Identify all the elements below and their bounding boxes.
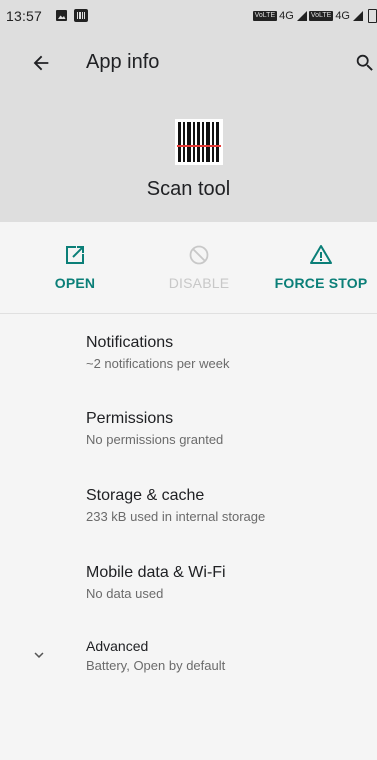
item-title: Permissions [86, 410, 174, 427]
warning-icon [310, 245, 332, 264]
notifications-item[interactable]: Notifications ~2 notifications per week [0, 334, 377, 376]
item-title: Storage & cache [86, 487, 205, 504]
barcode-notification-icon [74, 9, 88, 22]
image-notification-icon [56, 10, 67, 21]
divider [0, 313, 377, 314]
item-summary: Battery, Open by default [86, 658, 226, 673]
page-title: App info [86, 51, 160, 73]
advanced-item[interactable]: Advanced Battery, Open by default [0, 638, 377, 678]
force-stop-button[interactable]: FORCE STOP [266, 243, 376, 291]
volte-badge: VoLTE [308, 11, 334, 21]
status-time: 13:57 [6, 8, 43, 24]
item-summary: No permissions granted [86, 432, 224, 447]
signal-icon [296, 11, 307, 21]
item-summary: ~2 notifications per week [86, 356, 230, 371]
chevron-down-icon [34, 652, 44, 658]
mobile-data-wifi-item[interactable]: Mobile data & Wi-Fi No data used [0, 564, 377, 606]
item-summary: 233 kB used in internal storage [86, 509, 266, 524]
item-title: Notifications [86, 334, 174, 351]
network-type: 4G [279, 10, 294, 22]
search-icon[interactable] [354, 52, 376, 74]
force-stop-label: FORCE STOP [274, 275, 368, 291]
storage-cache-item[interactable]: Storage & cache 233 kB used in internal … [0, 487, 377, 529]
network-type: 4G [335, 10, 350, 22]
status-bar: 13:57 VoLTE 4G VoLTE 4G [0, 0, 377, 32]
arrow-back-icon[interactable] [30, 52, 52, 74]
volte-badge: VoLTE [252, 11, 278, 21]
open-in-new-icon [66, 246, 84, 264]
signal-icon [353, 11, 363, 21]
barcode-icon [175, 119, 223, 165]
battery-icon [368, 9, 377, 23]
item-title: Mobile data & Wi-Fi [86, 564, 226, 581]
disable-button[interactable]: DISABLE [144, 243, 254, 291]
item-title: Advanced [86, 638, 149, 654]
disable-label: DISABLE [168, 275, 230, 291]
app-name: Scan tool [146, 178, 231, 200]
status-indicators: VoLTE 4G VoLTE 4G [252, 9, 377, 23]
permissions-item[interactable]: Permissions No permissions granted [0, 410, 377, 452]
open-button[interactable]: OPEN [20, 243, 130, 291]
block-icon [189, 245, 209, 265]
open-label: OPEN [54, 275, 96, 291]
item-summary: No data used [86, 586, 164, 601]
